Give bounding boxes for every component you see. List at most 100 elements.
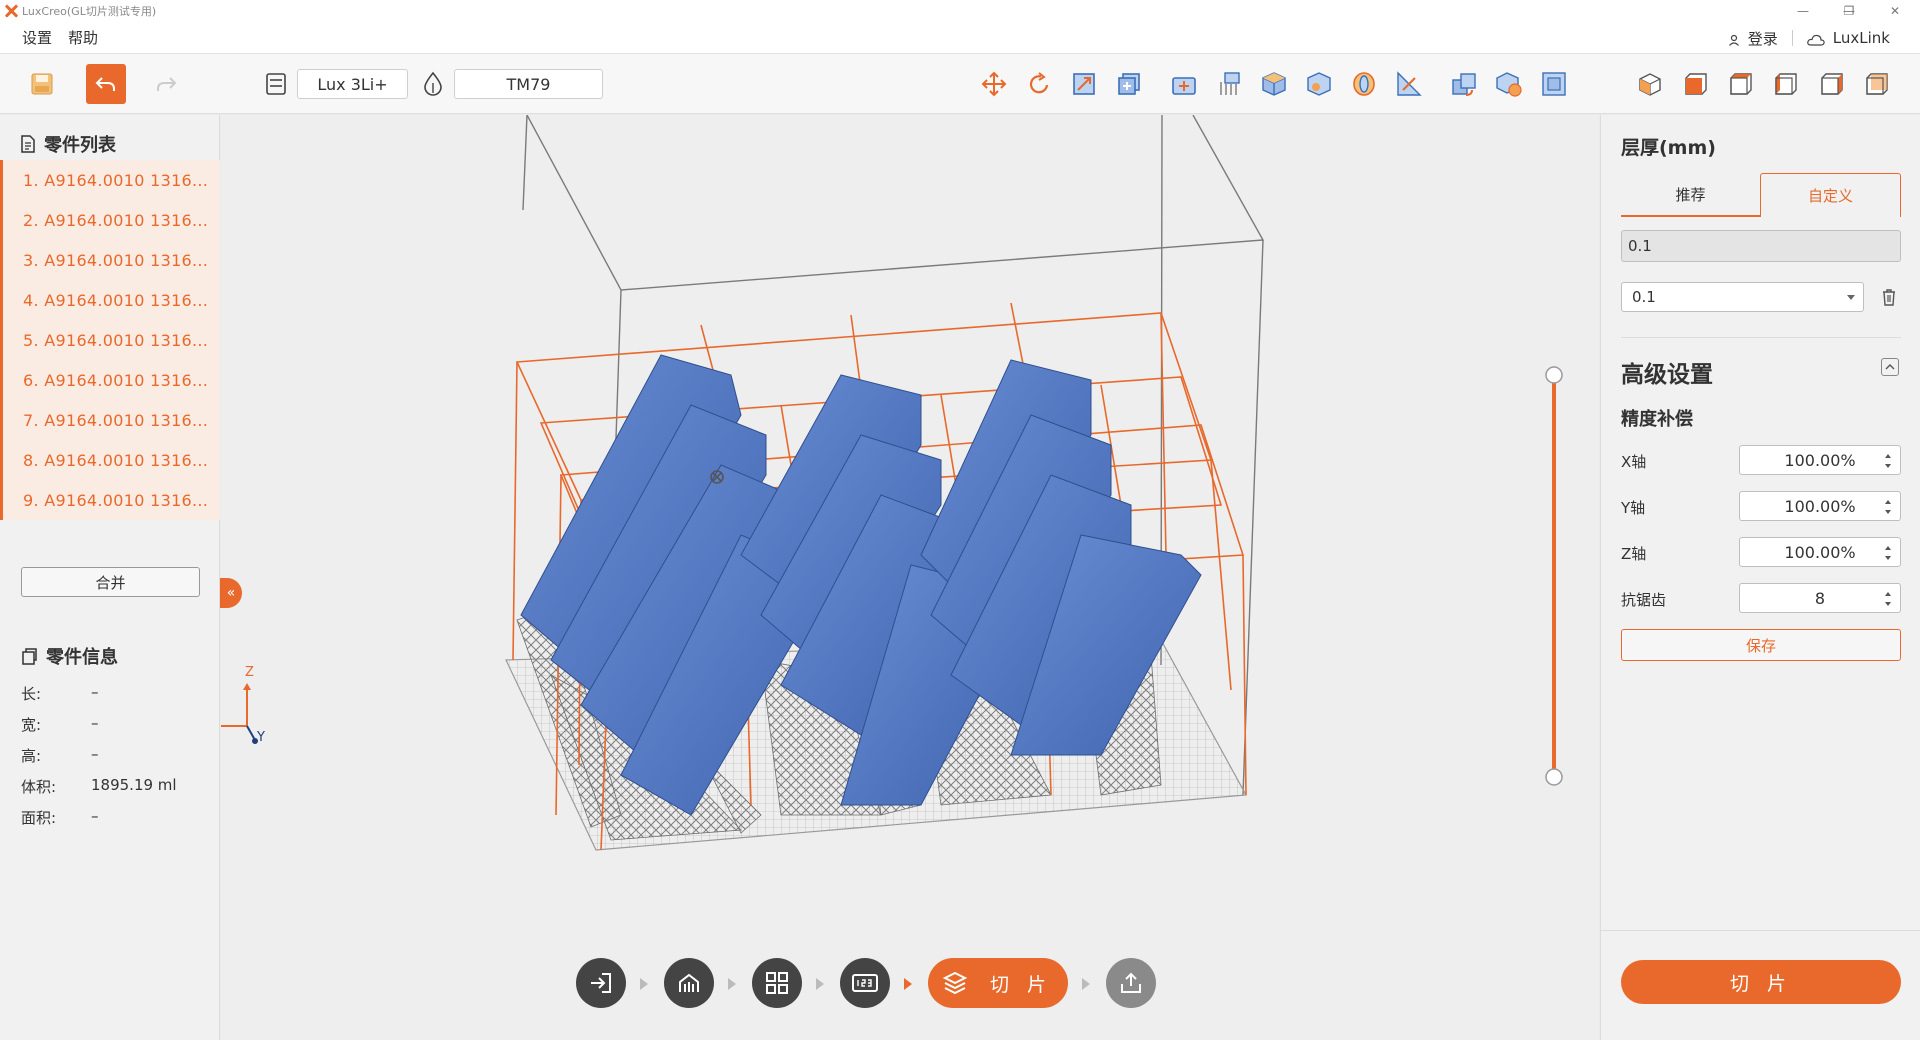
save-settings-button[interactable]: 保存 xyxy=(1621,629,1901,661)
view-back-icon[interactable] xyxy=(1863,70,1891,98)
restore-button[interactable]: ❐ xyxy=(1826,0,1872,22)
grid-layout-icon xyxy=(766,972,788,994)
layer-thickness-input[interactable]: 0.1 xyxy=(1621,230,1901,262)
spin-arrows-icon xyxy=(1885,454,1891,468)
hollow-icon[interactable] xyxy=(1305,70,1333,98)
menu-help[interactable]: 帮助 xyxy=(68,27,98,48)
spin-arrows-icon xyxy=(1885,500,1891,514)
drain-hole-icon[interactable] xyxy=(1350,70,1378,98)
layer-thickness-title: 层厚(mm) xyxy=(1621,137,1716,159)
workflow-export-button[interactable] xyxy=(1106,958,1156,1008)
anti-aliasing-spinbox[interactable]: 8 xyxy=(1739,583,1901,613)
workflow-arrow xyxy=(640,978,648,990)
repair-icon[interactable] xyxy=(1495,70,1523,98)
part-list-item[interactable]: 9. A9164.0010 1316... xyxy=(0,480,220,520)
axis-z-label: Z xyxy=(245,665,254,680)
workflow-import-button[interactable] xyxy=(576,958,626,1008)
auto-layout-icon[interactable] xyxy=(1450,70,1478,98)
import-icon xyxy=(591,973,611,993)
part-list-item[interactable]: 7. A9164.0010 1316... xyxy=(0,400,220,440)
layer-thickness-select[interactable]: 0.1 xyxy=(1621,282,1864,312)
number-label-icon xyxy=(852,974,878,992)
cloud-icon xyxy=(1807,32,1825,46)
workflow-slice-button[interactable]: 切 片 xyxy=(928,958,1068,1008)
view-left-icon[interactable] xyxy=(1772,70,1800,98)
part-list-item[interactable]: 2. A9164.0010 1316... xyxy=(0,200,220,240)
duplicate-icon[interactable] xyxy=(1115,70,1143,98)
view-right-icon[interactable] xyxy=(1818,70,1846,98)
part-list-item[interactable]: 5. A9164.0010 1316... xyxy=(0,320,220,360)
y-axis-row: Y轴 100.00% xyxy=(1621,491,1901,521)
part-list-item[interactable]: 3. A9164.0010 1316... xyxy=(0,240,220,280)
export-icon xyxy=(1121,972,1141,993)
view-iso-icon[interactable] xyxy=(1636,70,1664,98)
x-axis-label: X轴 xyxy=(1621,453,1647,471)
precision-compensation-title: 精度补偿 xyxy=(1621,409,1693,430)
undo-icon xyxy=(95,77,115,91)
anti-aliasing-label: 抗锯齿 xyxy=(1621,591,1667,609)
y-axis-spinbox[interactable]: 100.00% xyxy=(1739,491,1901,521)
login-link[interactable]: 登录 xyxy=(1748,28,1778,49)
workflow-layout-button[interactable] xyxy=(752,958,802,1008)
save-file-button[interactable] xyxy=(22,64,62,104)
cube-icon[interactable] xyxy=(1260,70,1288,98)
undo-button[interactable] xyxy=(86,64,126,104)
layer-slider[interactable] xyxy=(1545,366,1563,786)
slice-button[interactable]: 切 片 xyxy=(1621,960,1901,1004)
part-list-title: 零件列表 xyxy=(44,135,116,156)
workflow-support-button[interactable] xyxy=(664,958,714,1008)
collapse-advanced-button[interactable] xyxy=(1881,358,1899,376)
info-value: – xyxy=(91,714,99,732)
redo-button[interactable] xyxy=(146,64,186,104)
view-top-icon[interactable] xyxy=(1727,70,1755,98)
info-label: 高: xyxy=(21,747,42,765)
x-axis-spinbox[interactable]: 100.00% xyxy=(1739,445,1901,475)
info-label: 面积: xyxy=(21,809,57,827)
part-list-item[interactable]: 1. A9164.0010 1316... xyxy=(0,160,220,200)
advanced-settings-title: 高级设置 xyxy=(1621,362,1713,388)
3d-viewport[interactable]: Z X Y xyxy=(221,115,1599,1040)
layer-select-value: 0.1 xyxy=(1632,288,1656,306)
menu-divider xyxy=(1791,30,1793,46)
redo-icon xyxy=(157,77,177,91)
part-list-item[interactable]: 6. A9164.0010 1316... xyxy=(0,360,220,400)
x-axis-row: X轴 100.00% xyxy=(1621,445,1901,475)
trash-icon[interactable] xyxy=(1881,288,1897,306)
luxlink-button[interactable]: LuxLink xyxy=(1833,29,1890,47)
part-info-header: 零件信息 xyxy=(20,643,118,669)
close-button[interactable]: ✕ xyxy=(1872,0,1918,22)
window-title: LuxCreo(GL切片测试专用) xyxy=(22,5,157,18)
part-list-item[interactable]: 8. A9164.0010 1316... xyxy=(0,440,220,480)
support-tree-icon[interactable] xyxy=(1215,70,1243,98)
material-select[interactable]: TM79 xyxy=(454,69,603,99)
anti-aliasing-row: 抗锯齿 8 xyxy=(1621,583,1901,613)
menu-settings[interactable]: 设置 xyxy=(22,27,52,48)
merge-button[interactable]: 合并 xyxy=(21,567,200,597)
spin-arrows-icon xyxy=(1885,592,1891,606)
add-support-icon[interactable] xyxy=(1170,70,1198,98)
axis-y-label: Y xyxy=(257,730,265,745)
printer-select[interactable]: Lux 3Li+ xyxy=(297,69,408,99)
part-list-item[interactable]: 4. A9164.0010 1316... xyxy=(0,280,220,320)
tab-custom[interactable]: 自定义 xyxy=(1760,173,1901,217)
axis-gizmo-svg xyxy=(221,683,258,744)
view-front-icon[interactable] xyxy=(1682,70,1710,98)
left-panel: 零件列表 1. A9164.0010 1316... 2. A9164.0010… xyxy=(0,115,220,1040)
spin-arrows-icon xyxy=(1885,546,1891,560)
minimize-button[interactable]: — xyxy=(1780,0,1826,22)
part-list: 1. A9164.0010 1316... 2. A9164.0010 1316… xyxy=(0,160,220,520)
frame-view-icon[interactable] xyxy=(1540,70,1568,98)
z-axis-spinbox[interactable]: 100.00% xyxy=(1739,537,1901,567)
workflow-label-button[interactable] xyxy=(840,958,890,1008)
support-icon xyxy=(679,973,699,992)
info-label: 体积: xyxy=(21,778,57,796)
tab-recommended[interactable]: 推荐 xyxy=(1621,173,1760,217)
measure-icon[interactable] xyxy=(1395,70,1423,98)
rotate-icon[interactable] xyxy=(1025,70,1053,98)
title-bar: LuxCreo(GL切片测试专用) — xyxy=(0,0,1920,22)
info-value: – xyxy=(91,807,99,825)
resin-drop-icon xyxy=(422,71,444,101)
scale-icon[interactable] xyxy=(1070,70,1098,98)
user-icon xyxy=(1728,32,1740,46)
move-icon[interactable] xyxy=(980,70,1008,98)
